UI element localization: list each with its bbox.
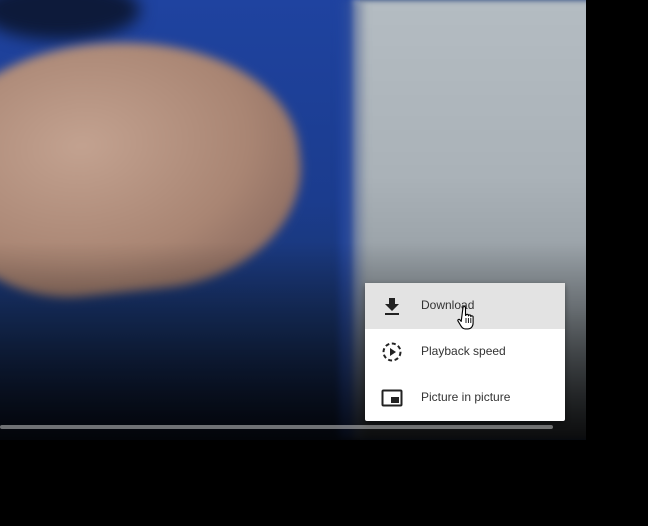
- menu-item-picture-in-picture[interactable]: Picture in picture: [365, 375, 565, 421]
- hand-cursor-icon: [457, 306, 474, 330]
- overflow-menu: Download Playback speed Picture in pictu…: [365, 283, 565, 421]
- menu-item-playback-speed[interactable]: Playback speed: [365, 329, 565, 375]
- menu-item-label: Picture in picture: [421, 390, 511, 404]
- playback-speed-icon: [382, 342, 402, 362]
- download-icon: [385, 298, 399, 315]
- progress-bar[interactable]: [0, 425, 553, 429]
- video-player: Download Playback speed Picture in pictu…: [0, 0, 648, 526]
- picture-in-picture-icon: [381, 389, 403, 407]
- menu-item-label: Playback speed: [421, 344, 506, 358]
